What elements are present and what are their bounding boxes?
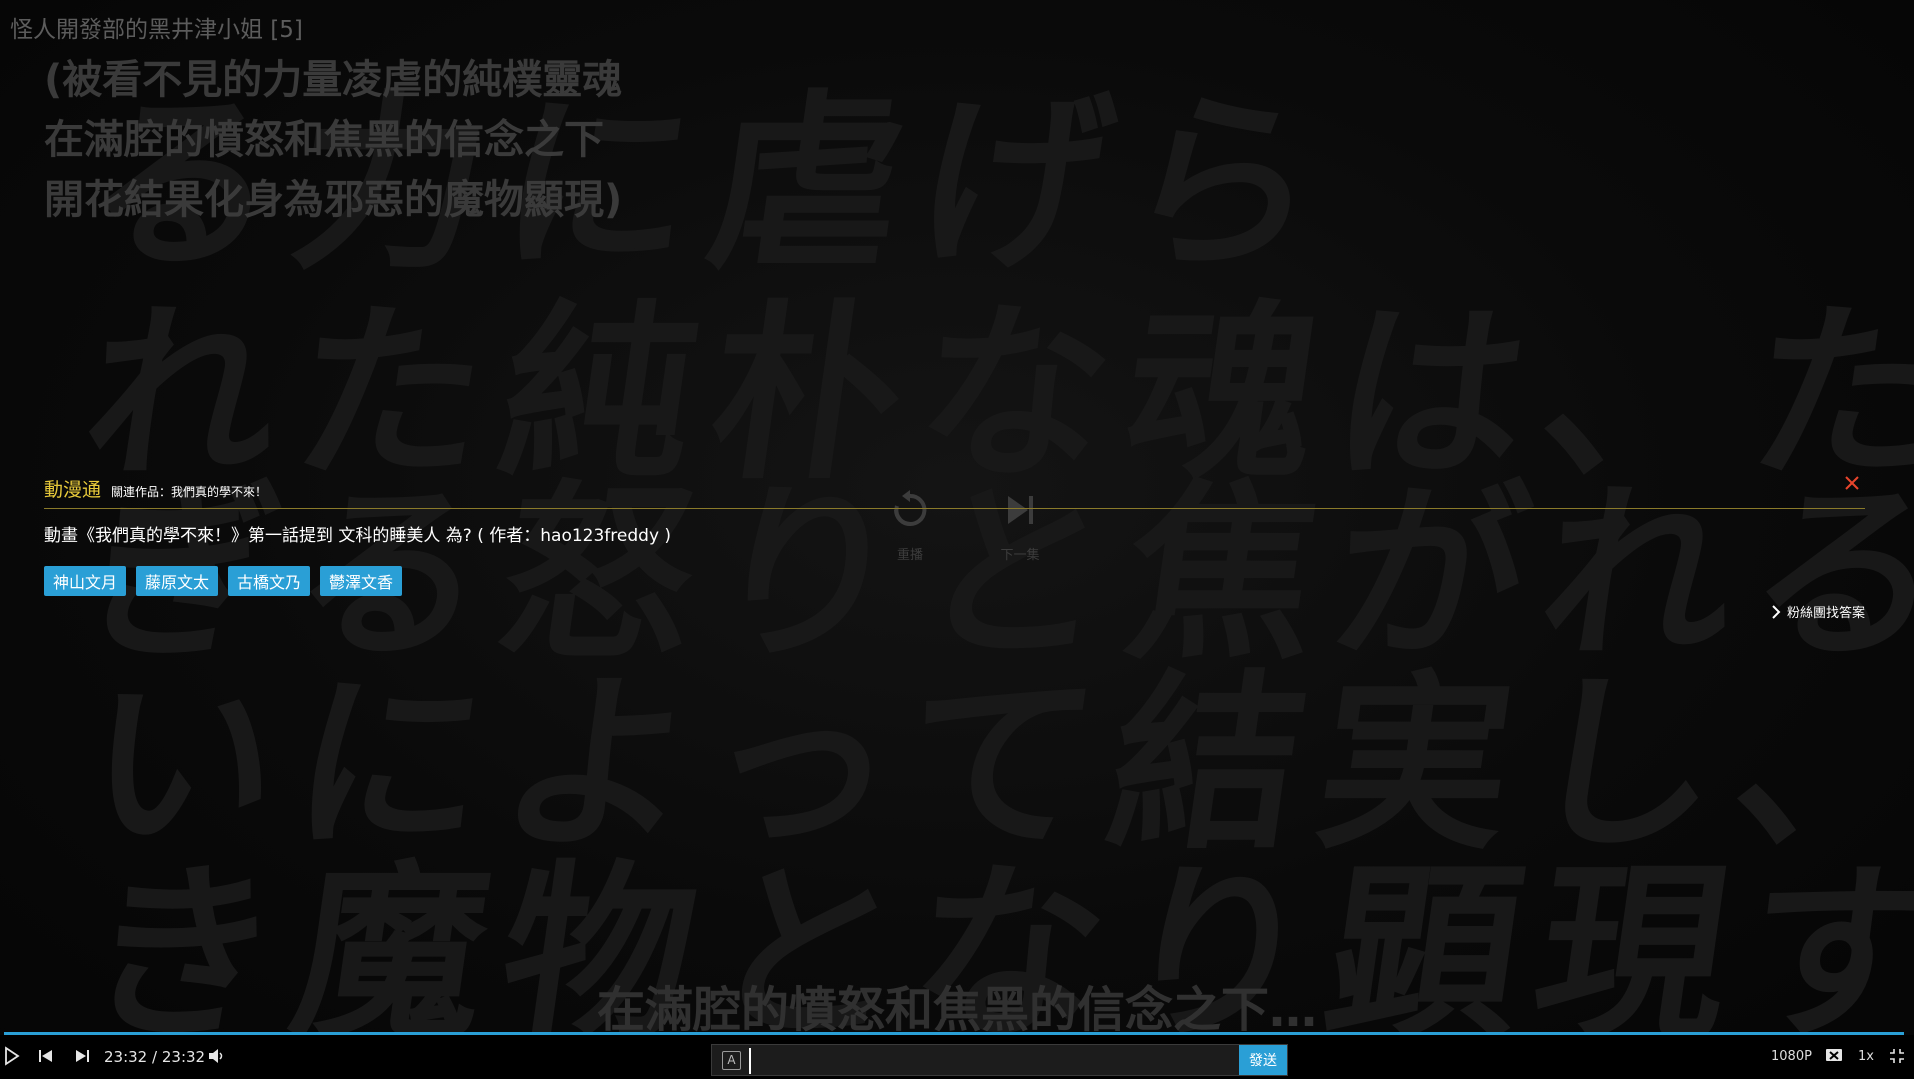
fullscreen-exit-button[interactable] [1889,1048,1905,1064]
time-separator: / [152,1048,158,1066]
skip-next-icon [76,1050,89,1062]
subtitle-line: 在滿腔的憤怒和焦黑的信念之下 [44,117,604,163]
quality-selector[interactable]: 1080P [1771,1049,1812,1064]
danmu-toggle-button[interactable] [1825,1048,1843,1064]
subtitle-bottom: 在滿腔的憤怒和焦黑的信念之下… [596,982,1317,1038]
speed-selector[interactable]: 1x [1858,1049,1874,1064]
volume-icon [209,1049,223,1063]
acg-brand: 動漫通 [44,479,102,501]
answer-options: 神山文月 藤原文太 古橋文乃 鬱澤文香 [44,566,1865,596]
subtitle-line: (被看不見的力量凌虐的純樸靈魂 [44,57,623,103]
danmu-style-icon[interactable]: A [722,1051,741,1070]
fan-page-link[interactable]: 粉絲團找答案 [1771,602,1865,621]
skip-previous-icon [39,1050,52,1062]
play-icon [5,1046,20,1066]
play-button[interactable] [4,1046,20,1066]
close-icon[interactable] [1841,472,1863,494]
danmu-off-icon [1826,1049,1842,1061]
volume-button[interactable] [208,1048,226,1064]
answer-button[interactable]: 鬱澤文香 [320,566,403,596]
acg-panel-header: 動漫通 關連作品：我們真的學不來！ [44,470,1865,509]
fan-page-label: 粉絲團找答案 [1786,606,1865,621]
answer-button[interactable]: 藤原文太 [136,566,219,596]
next-button[interactable] [74,1048,90,1064]
subtitle-line: 開花結果化身為邪惡的魔物顯現) [44,177,623,223]
frame-text-line: いによって結実し、悪し [72,652,1914,875]
danmu-bar: A 發送 [711,1044,1288,1076]
answer-button[interactable]: 神山文月 [44,566,127,596]
previous-button[interactable] [38,1048,54,1064]
subtitle-top: (被看不見的力量凌虐的純樸靈魂 在滿腔的憤怒和焦黑的信念之下 開花結果化身為邪惡… [44,50,622,230]
duration: 23:32 [161,1048,206,1066]
time-display: 23:32 / 23:32 [104,1048,205,1066]
acg-quiz-panel: 動漫通 關連作品：我們真的學不來！ 動畫《我們真的學不來！》第一話提到 文科的睡… [44,470,1865,621]
control-bar: 23:32 / 23:32 A 發送 1080P 1x [0,1035,1914,1079]
send-button[interactable]: 發送 [1239,1045,1287,1075]
current-time: 23:32 [104,1048,148,1066]
answer-button[interactable]: 古橋文乃 [228,566,311,596]
video-player[interactable]: る力に虐げら れた純朴な魂は、た ぎる怒りと焦がれる想 いによって結実し、悪し … [0,0,1914,1079]
related-work: 關連作品：我們真的學不來！ [111,485,268,499]
danmu-input[interactable] [749,1048,1232,1074]
chevron-right-icon [1772,604,1781,619]
fullscreen-exit-icon [1890,1049,1904,1063]
video-title: 怪人開發部的黑井津小姐 [5] [10,17,303,43]
quiz-question: 動畫《我們真的學不來！》第一話提到 文科的睡美人 為? ( 作者：hao123f… [44,526,672,546]
